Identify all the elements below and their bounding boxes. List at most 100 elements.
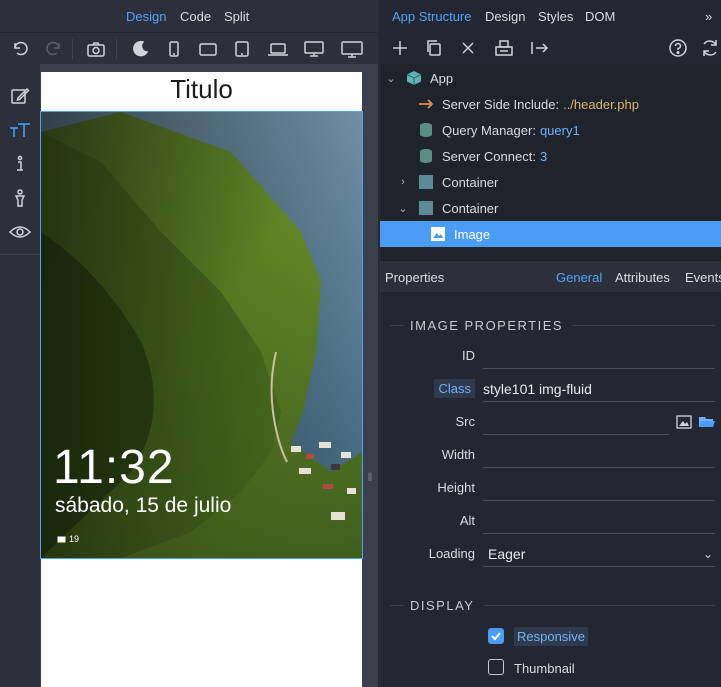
wizard-icon[interactable] [8, 186, 32, 210]
folder-icon[interactable] [698, 415, 716, 432]
tree-label-image: Image [454, 226, 491, 242]
tree-node-container-2[interactable]: ⌄ Container [380, 195, 721, 221]
label-height: Height [437, 480, 475, 495]
thumbnail-checkbox[interactable] [488, 659, 504, 675]
mail-badge: 19 [57, 534, 79, 544]
width-field[interactable] [483, 443, 715, 468]
properties-panel: IMAGE PROPERTIES ID Class style101 img-f… [380, 292, 721, 687]
arrow-right-icon [419, 99, 434, 109]
responsive-label[interactable]: Responsive [514, 627, 588, 646]
redo-icon[interactable] [40, 33, 68, 65]
eye-icon[interactable] [8, 220, 32, 244]
id-field[interactable] [483, 344, 715, 369]
tree-label-qm: Query Manager: [442, 122, 536, 138]
height-field[interactable] [483, 476, 715, 501]
tree-label-container-1: Container [442, 174, 499, 190]
thumbnail-label[interactable]: Thumbnail [514, 661, 575, 676]
tree-node-image[interactable]: Image [380, 221, 721, 247]
chevron-right-icon[interactable]: › [398, 176, 408, 188]
tab-styles[interactable]: Styles [538, 9, 573, 24]
lock-date: sábado, 15 de julio [55, 494, 232, 517]
edit-icon[interactable] [8, 84, 32, 108]
mail-icon [57, 536, 66, 543]
tree-node-ssi[interactable]: Server Side Include: ../header.php [380, 91, 721, 117]
image-icon [431, 227, 445, 241]
tree-node-server-connect[interactable]: Server Connect: 3 [380, 143, 721, 169]
tree-node-app[interactable]: ⌄ App [380, 65, 721, 91]
label-id: ID [462, 348, 475, 363]
image-picker-icon[interactable] [676, 415, 692, 432]
cube-icon [406, 71, 422, 85]
tree-label-sc: Server Connect: [442, 148, 536, 164]
alt-field[interactable] [483, 509, 715, 534]
add-icon[interactable] [388, 36, 412, 60]
design-toolbar [0, 32, 378, 65]
label-class[interactable]: Class [434, 379, 475, 398]
chevron-down-icon[interactable]: ⌄ [398, 202, 408, 215]
lock-time: 11:32 [53, 441, 175, 494]
mail-count: 19 [69, 534, 80, 544]
tree-node-container-1[interactable]: › Container [380, 169, 721, 195]
properties-title: Properties [385, 270, 445, 285]
dark-mode-icon[interactable] [126, 33, 154, 65]
app-structure-tree: ⌄ App Server Side Include: ../header.php… [380, 64, 721, 260]
refresh-icon[interactable] [698, 36, 721, 60]
responsive-checkbox[interactable] [488, 628, 504, 644]
splitter-handle[interactable]: ‖ [366, 470, 374, 490]
section-image-properties: IMAGE PROPERTIES [410, 318, 564, 333]
label-loading: Loading [428, 546, 475, 561]
section-display: DISPLAY [410, 598, 475, 613]
tree-value-sc: 3 [539, 148, 548, 164]
tree-node-query-manager[interactable]: Query Manager: query1 [380, 117, 721, 143]
hero-image[interactable]: 11:32 sábado, 15 de julio 19 [40, 111, 363, 559]
mobile-device-icon[interactable] [160, 33, 188, 65]
page-preview: Titulo 11:32 sábado, 15 de julio 19 [40, 72, 363, 687]
tab-design-panel[interactable]: Design [485, 9, 525, 24]
large-desktop-icon[interactable] [338, 33, 366, 65]
laptop-icon[interactable] [264, 33, 292, 65]
desktop-icon[interactable] [300, 33, 328, 65]
structure-toolbar [380, 32, 721, 64]
undo-icon[interactable] [6, 33, 34, 65]
component-icon[interactable] [492, 36, 516, 60]
tab-app-structure[interactable]: App Structure [392, 9, 472, 24]
tab-attributes[interactable]: Attributes [615, 270, 670, 285]
side-rail [0, 64, 41, 687]
wrap-icon[interactable] [528, 36, 552, 60]
label-alt: Alt [459, 513, 475, 528]
tab-events[interactable]: Events [685, 270, 721, 285]
database-icon [420, 149, 432, 163]
tab-general[interactable]: General [556, 270, 602, 285]
tree-value-ssi: ../header.php [563, 96, 639, 112]
view-mode-bar: Design Code Split [0, 0, 378, 32]
loading-value: Eager [488, 546, 526, 562]
container-icon [419, 201, 433, 215]
tablet-landscape-icon[interactable] [194, 33, 222, 65]
tab-design[interactable]: Design [126, 9, 166, 24]
tree-label-ssi: Server Side Include: [442, 96, 560, 112]
tab-dom[interactable]: DOM [585, 9, 615, 24]
loading-select[interactable]: Eager ⌄ [483, 542, 715, 567]
label-src: Src [455, 414, 476, 429]
chevron-down-icon[interactable]: ⌄ [703, 542, 713, 566]
camera-icon[interactable] [82, 33, 110, 65]
tree-label-app: App [430, 70, 454, 86]
info-icon[interactable] [8, 152, 32, 176]
tree-value-qm: query1 [539, 122, 580, 138]
chevron-down-icon[interactable]: ⌄ [386, 72, 396, 85]
class-field[interactable]: style101 img-fluid [483, 377, 715, 402]
text-format-icon[interactable] [8, 118, 32, 142]
properties-header: Properties General Attributes Events [380, 260, 721, 293]
delete-icon[interactable] [456, 36, 480, 60]
tab-code[interactable]: Code [180, 9, 211, 24]
database-icon [420, 123, 432, 137]
src-field[interactable] [483, 410, 669, 435]
help-icon[interactable] [666, 36, 690, 60]
label-width: Width [441, 447, 475, 462]
tab-split[interactable]: Split [224, 9, 249, 24]
page-title[interactable]: Titulo [41, 74, 362, 105]
panel-tabs: App Structure Design Styles DOM » [380, 0, 721, 32]
tablet-icon[interactable] [228, 33, 256, 65]
duplicate-icon[interactable] [422, 36, 446, 60]
more-tabs-icon[interactable]: » [705, 9, 712, 24]
